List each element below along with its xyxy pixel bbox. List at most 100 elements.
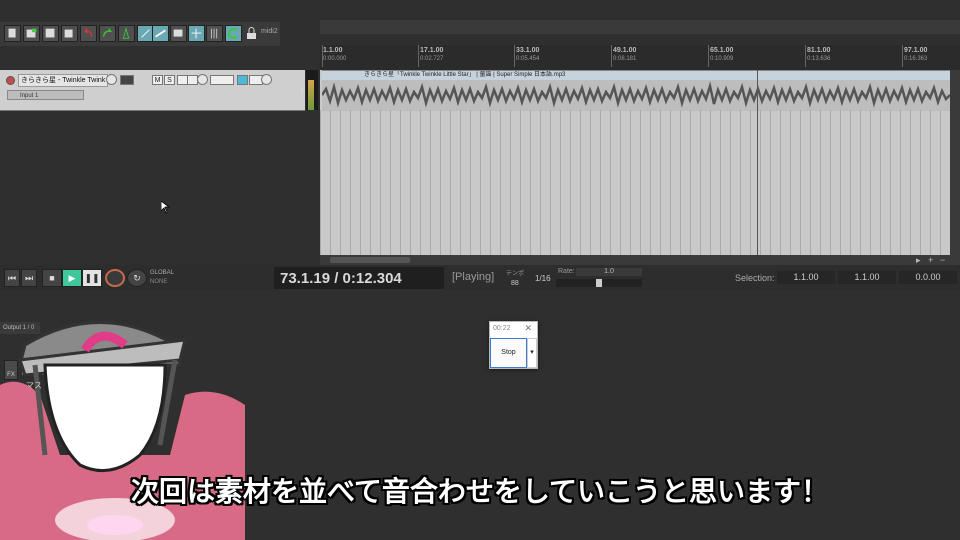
play-track-button[interactable] — [237, 75, 248, 85]
current-time: 73.1.19 / 0:12.304 — [280, 270, 402, 287]
ruler-tick — [611, 45, 612, 67]
zoom-out-icon[interactable]: − — [940, 255, 945, 265]
rate-slider-thumb[interactable] — [596, 279, 602, 287]
master-label: マス — [26, 381, 42, 390]
ruler-bar: 17.1.00 — [420, 47, 444, 54]
arrange-view[interactable]: きらきら星「Twinkle Twinkle Little Star」 | 童謡 … — [320, 70, 950, 255]
ruler-time: 0:05.454 — [516, 56, 540, 62]
undo-icon[interactable] — [80, 25, 97, 42]
ruler-tick — [902, 45, 903, 67]
play-button[interactable]: ▶ — [62, 269, 82, 287]
ruler-bar: 65.1.00 — [710, 47, 734, 54]
stop-button[interactable]: ■ — [42, 269, 62, 287]
ruler-tick — [418, 45, 419, 67]
tempo-value[interactable]: 88 — [511, 280, 519, 287]
dialog-title: 00:22 — [493, 325, 511, 332]
ruler-mark: 81.1.00 0:13.636 — [807, 47, 830, 63]
skip-end-button[interactable]: ⏭ — [21, 269, 37, 287]
time-signature[interactable]: 1/16 — [535, 274, 551, 283]
rate-slider[interactable] — [556, 279, 642, 287]
new-project-icon[interactable] — [4, 25, 21, 42]
timer-dialog: 00:22 ✕ Stop ▾ — [489, 321, 538, 369]
fx-meter-icon[interactable] — [120, 75, 134, 85]
record-arm-button[interactable] — [6, 76, 15, 85]
arrange-top-bar — [320, 20, 960, 34]
ruler-bar: 1.1.00 — [323, 47, 343, 54]
ruler-bar: 33.1.00 — [516, 47, 540, 54]
env-button[interactable] — [210, 75, 234, 85]
ruler-mark: 17.1.00 0:02.727 — [420, 47, 443, 63]
cycle-icon[interactable] — [225, 25, 242, 42]
horizontal-scrollbar[interactable]: ▸ + − — [320, 255, 960, 265]
project-list-icon[interactable] — [61, 25, 78, 42]
play-state: [Playing] — [452, 271, 495, 283]
ruler-bar: 49.1.00 — [613, 47, 637, 54]
playhead[interactable] — [757, 70, 758, 255]
grid-icon[interactable] — [188, 25, 205, 42]
ruler-tick — [805, 45, 806, 67]
rate-label: Rate: — [558, 268, 575, 275]
solo-button[interactable]: S — [164, 75, 175, 85]
pan-knob[interactable] — [197, 74, 208, 85]
track-meter — [306, 70, 318, 110]
track-control-panel[interactable]: きらきら星 - Twinkle Twink M S Input 1 — [0, 70, 305, 111]
time-display[interactable]: 73.1.19 / 0:12.304 — [274, 267, 444, 289]
main-toolbar: midi2 — [0, 22, 280, 46]
selection-label: Selection: — [735, 273, 775, 283]
mute-button[interactable]: M — [152, 75, 163, 85]
metronome-icon[interactable] — [118, 25, 135, 42]
selection-end[interactable]: 1.1.00 — [838, 271, 896, 284]
arrange-grid — [320, 110, 950, 255]
selection-length[interactable]: 0.0.00 — [899, 271, 957, 284]
redo-icon[interactable] — [99, 25, 116, 42]
waveform — [322, 81, 950, 108]
ruler-mark: 97.1.00 0:16.363 — [904, 47, 927, 63]
ruler-bar: 81.1.00 — [807, 47, 831, 54]
ruler-tick — [514, 45, 515, 67]
item-grouping-icon[interactable] — [170, 25, 187, 42]
vertical-scrollbar[interactable] — [950, 70, 960, 255]
selection-start[interactable]: 1.1.00 — [777, 271, 835, 284]
ruler-time: 0:02.727 — [420, 56, 444, 62]
zoom-in-icon[interactable]: + — [928, 255, 933, 265]
project-settings-icon[interactable] — [42, 25, 59, 42]
timeline-ruler[interactable]: 1.1.00 0:00.000 17.1.00 0:02.727 33.1.00 0:… — [320, 45, 960, 71]
ruler-bar: 97.1.00 — [904, 47, 928, 54]
scroll-thumb[interactable] — [330, 257, 410, 263]
save-icon[interactable] — [23, 25, 40, 42]
ruler-time: 0:10.909 — [710, 56, 734, 62]
input-select[interactable]: Input 1 — [7, 90, 84, 100]
tcp-empty-area[interactable] — [0, 111, 318, 254]
track-number: 1 — [300, 88, 304, 95]
automation-mode-label: NONE — [150, 279, 168, 285]
rate-value[interactable]: 1.0 — [576, 268, 642, 276]
ruler-time: 0:16.363 — [904, 56, 928, 62]
mouse-cursor-icon — [161, 201, 170, 214]
ruler-tick — [708, 45, 709, 67]
ruler-mark: 49.1.00 0:08.181 — [613, 47, 636, 63]
media-item[interactable]: きらきら星「Twinkle Twinkle Little Star」 | 童謡 … — [322, 70, 950, 111]
ruler-mark: 1.1.00 0:00.000 — [323, 47, 346, 63]
tempo-label: テンポ — [506, 271, 525, 277]
phase-knob[interactable] — [261, 74, 272, 85]
envelope-icon[interactable] — [206, 25, 223, 42]
chevron-down-icon[interactable]: ▾ — [527, 338, 537, 368]
track-name-field[interactable]: きらきら星 - Twinkle Twink — [18, 74, 108, 87]
close-icon[interactable]: ✕ — [524, 323, 532, 334]
lock-icon[interactable] — [243, 25, 260, 42]
pause-button[interactable]: ❚❚ — [82, 269, 102, 287]
repeat-button[interactable]: ↻ — [127, 269, 147, 287]
meter-bar — [308, 80, 314, 110]
ripple-icon[interactable] — [152, 25, 169, 42]
toolbar-label: midi2 — [261, 28, 278, 35]
caption-subtitle: 次回は素材を並べて音合わせをしていこうと思います！ — [130, 475, 830, 508]
ruler-time: 0:13.636 — [807, 56, 831, 62]
skip-start-button[interactable]: ⏮ — [4, 269, 20, 287]
ruler-time: 0:08.181 — [613, 56, 637, 62]
record-button[interactable] — [105, 269, 125, 287]
ruler-mark: 65.1.00 0:10.909 — [710, 47, 733, 63]
stop-record-button[interactable]: Stop — [490, 338, 527, 368]
automation-global-label[interactable]: GLOBAL — [150, 270, 174, 276]
ruler-mark: 33.1.00 0:05.454 — [516, 47, 539, 63]
volume-knob[interactable] — [106, 74, 117, 85]
